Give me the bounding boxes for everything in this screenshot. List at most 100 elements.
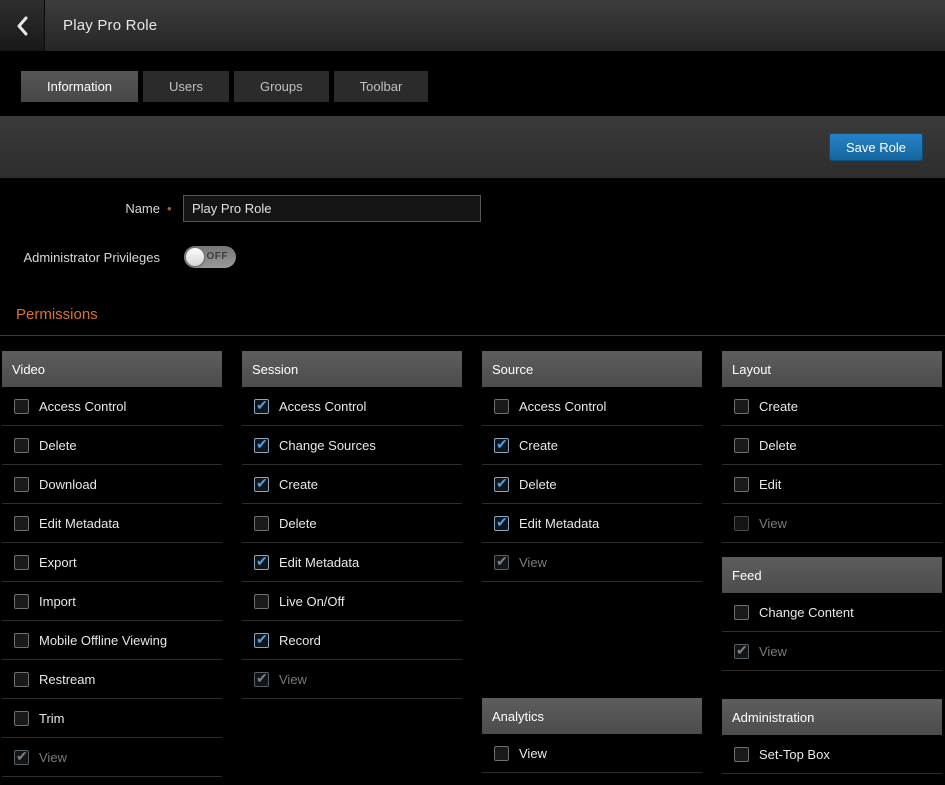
permission-label: Restream <box>39 672 95 687</box>
checkbox[interactable] <box>494 516 509 531</box>
checkbox[interactable] <box>14 555 29 570</box>
permissions-column-3: Source Access Control Create Delete Edit… <box>482 351 702 777</box>
tab-groups[interactable]: Groups <box>234 71 329 102</box>
checkbox[interactable] <box>734 438 749 453</box>
permission-row[interactable]: Record <box>242 621 462 660</box>
toggle-knob-icon <box>186 248 204 266</box>
permission-label: Live On/Off <box>279 594 345 609</box>
checkbox[interactable] <box>734 477 749 492</box>
permission-row[interactable]: Set-Top Box <box>722 735 942 774</box>
permission-row[interactable]: Delete <box>2 426 222 465</box>
permission-row[interactable]: Edit Metadata <box>2 504 222 543</box>
permission-row[interactable]: Change Sources <box>242 426 462 465</box>
permission-row[interactable]: Access Control <box>482 387 702 426</box>
tab-users[interactable]: Users <box>143 71 229 102</box>
permission-row[interactable]: Access Control <box>242 387 462 426</box>
tab-toolbar[interactable]: Toolbar <box>334 71 429 102</box>
checkbox[interactable] <box>734 747 749 762</box>
checkbox[interactable] <box>494 438 509 453</box>
checkbox[interactable] <box>734 516 749 531</box>
checkbox[interactable] <box>734 605 749 620</box>
permission-row[interactable]: Create <box>722 387 942 426</box>
permission-row[interactable]: Download <box>2 465 222 504</box>
permission-row[interactable]: Trim <box>2 699 222 738</box>
checkbox[interactable] <box>494 746 509 761</box>
chevron-left-icon <box>16 16 28 36</box>
group-header-source: Source <box>482 351 702 387</box>
permission-label: Set-Top Box <box>759 747 830 762</box>
permission-row[interactable]: Live On/Off <box>242 582 462 621</box>
permission-row[interactable]: Change Content <box>722 593 942 632</box>
permissions-heading: Permissions <box>16 306 945 323</box>
permission-row[interactable]: View <box>482 543 702 582</box>
checkbox[interactable] <box>254 633 269 648</box>
checkbox[interactable] <box>14 750 29 765</box>
checkbox[interactable] <box>14 594 29 609</box>
checkbox[interactable] <box>254 399 269 414</box>
group-header-video: Video <box>2 351 222 387</box>
checkbox[interactable] <box>254 516 269 531</box>
group-source: Source Access Control Create Delete Edit… <box>482 351 702 582</box>
group-layout: Layout Create Delete Edit View <box>722 351 942 543</box>
checkbox[interactable] <box>734 399 749 414</box>
permission-row[interactable]: Export <box>2 543 222 582</box>
checkbox[interactable] <box>14 672 29 687</box>
permission-row[interactable]: Edit Metadata <box>242 543 462 582</box>
checkbox[interactable] <box>494 477 509 492</box>
group-video: Video Access Control Delete Download Edi… <box>2 351 222 777</box>
group-header-analytics: Analytics <box>482 698 702 734</box>
permission-row[interactable]: View <box>482 734 702 773</box>
group-header-layout: Layout <box>722 351 942 387</box>
admin-privileges-toggle[interactable]: OFF <box>184 246 236 268</box>
checkbox[interactable] <box>14 477 29 492</box>
permission-row[interactable]: Import <box>2 582 222 621</box>
permission-row[interactable]: Edit <box>722 465 942 504</box>
checkbox[interactable] <box>734 644 749 659</box>
save-role-button[interactable]: Save Role <box>829 133 923 161</box>
permission-label: Edit Metadata <box>39 516 119 531</box>
permission-row[interactable]: Delete <box>242 504 462 543</box>
permission-row[interactable]: View <box>722 504 942 543</box>
permission-row[interactable]: Access Control <box>2 387 222 426</box>
permission-row[interactable]: Mobile Offline Viewing <box>2 621 222 660</box>
permission-row[interactable]: View <box>2 738 222 777</box>
checkbox[interactable] <box>254 594 269 609</box>
checkbox[interactable] <box>14 516 29 531</box>
permission-row[interactable]: Create <box>242 465 462 504</box>
permission-row[interactable]: Edit Metadata <box>482 504 702 543</box>
permission-label: Create <box>759 399 798 414</box>
checkbox[interactable] <box>494 555 509 570</box>
page-title: Play Pro Role <box>63 17 157 34</box>
checkbox[interactable] <box>254 477 269 492</box>
tab-information[interactable]: Information <box>21 71 138 102</box>
permission-label: Import <box>39 594 76 609</box>
back-button[interactable] <box>0 0 45 51</box>
permission-label: Edit Metadata <box>519 516 599 531</box>
checkbox[interactable] <box>254 555 269 570</box>
group-administration: Administration Set-Top Box <box>722 699 942 774</box>
checkbox[interactable] <box>494 399 509 414</box>
permission-row[interactable]: View <box>722 632 942 671</box>
name-input[interactable] <box>183 195 481 222</box>
permission-row[interactable]: View <box>242 660 462 699</box>
permission-label: Download <box>39 477 97 492</box>
permission-label: Change Content <box>759 605 854 620</box>
checkbox[interactable] <box>14 399 29 414</box>
permission-row[interactable]: Restream <box>2 660 222 699</box>
permission-label: Delete <box>519 477 557 492</box>
checkbox[interactable] <box>14 633 29 648</box>
permission-label: View <box>39 750 67 765</box>
permissions-column-2: Session Access Control Change Sources Cr… <box>242 351 462 777</box>
permission-label: Mobile Offline Viewing <box>39 633 167 648</box>
checkbox[interactable] <box>14 438 29 453</box>
checkbox[interactable] <box>254 438 269 453</box>
checkbox[interactable] <box>254 672 269 687</box>
permissions-grid: Video Access Control Delete Download Edi… <box>0 351 945 777</box>
checkbox[interactable] <box>14 711 29 726</box>
permission-label: Delete <box>39 438 77 453</box>
permission-row[interactable]: Create <box>482 426 702 465</box>
permission-label: Delete <box>279 516 317 531</box>
permission-label: Edit <box>759 477 781 492</box>
permission-row[interactable]: Delete <box>482 465 702 504</box>
permission-row[interactable]: Delete <box>722 426 942 465</box>
